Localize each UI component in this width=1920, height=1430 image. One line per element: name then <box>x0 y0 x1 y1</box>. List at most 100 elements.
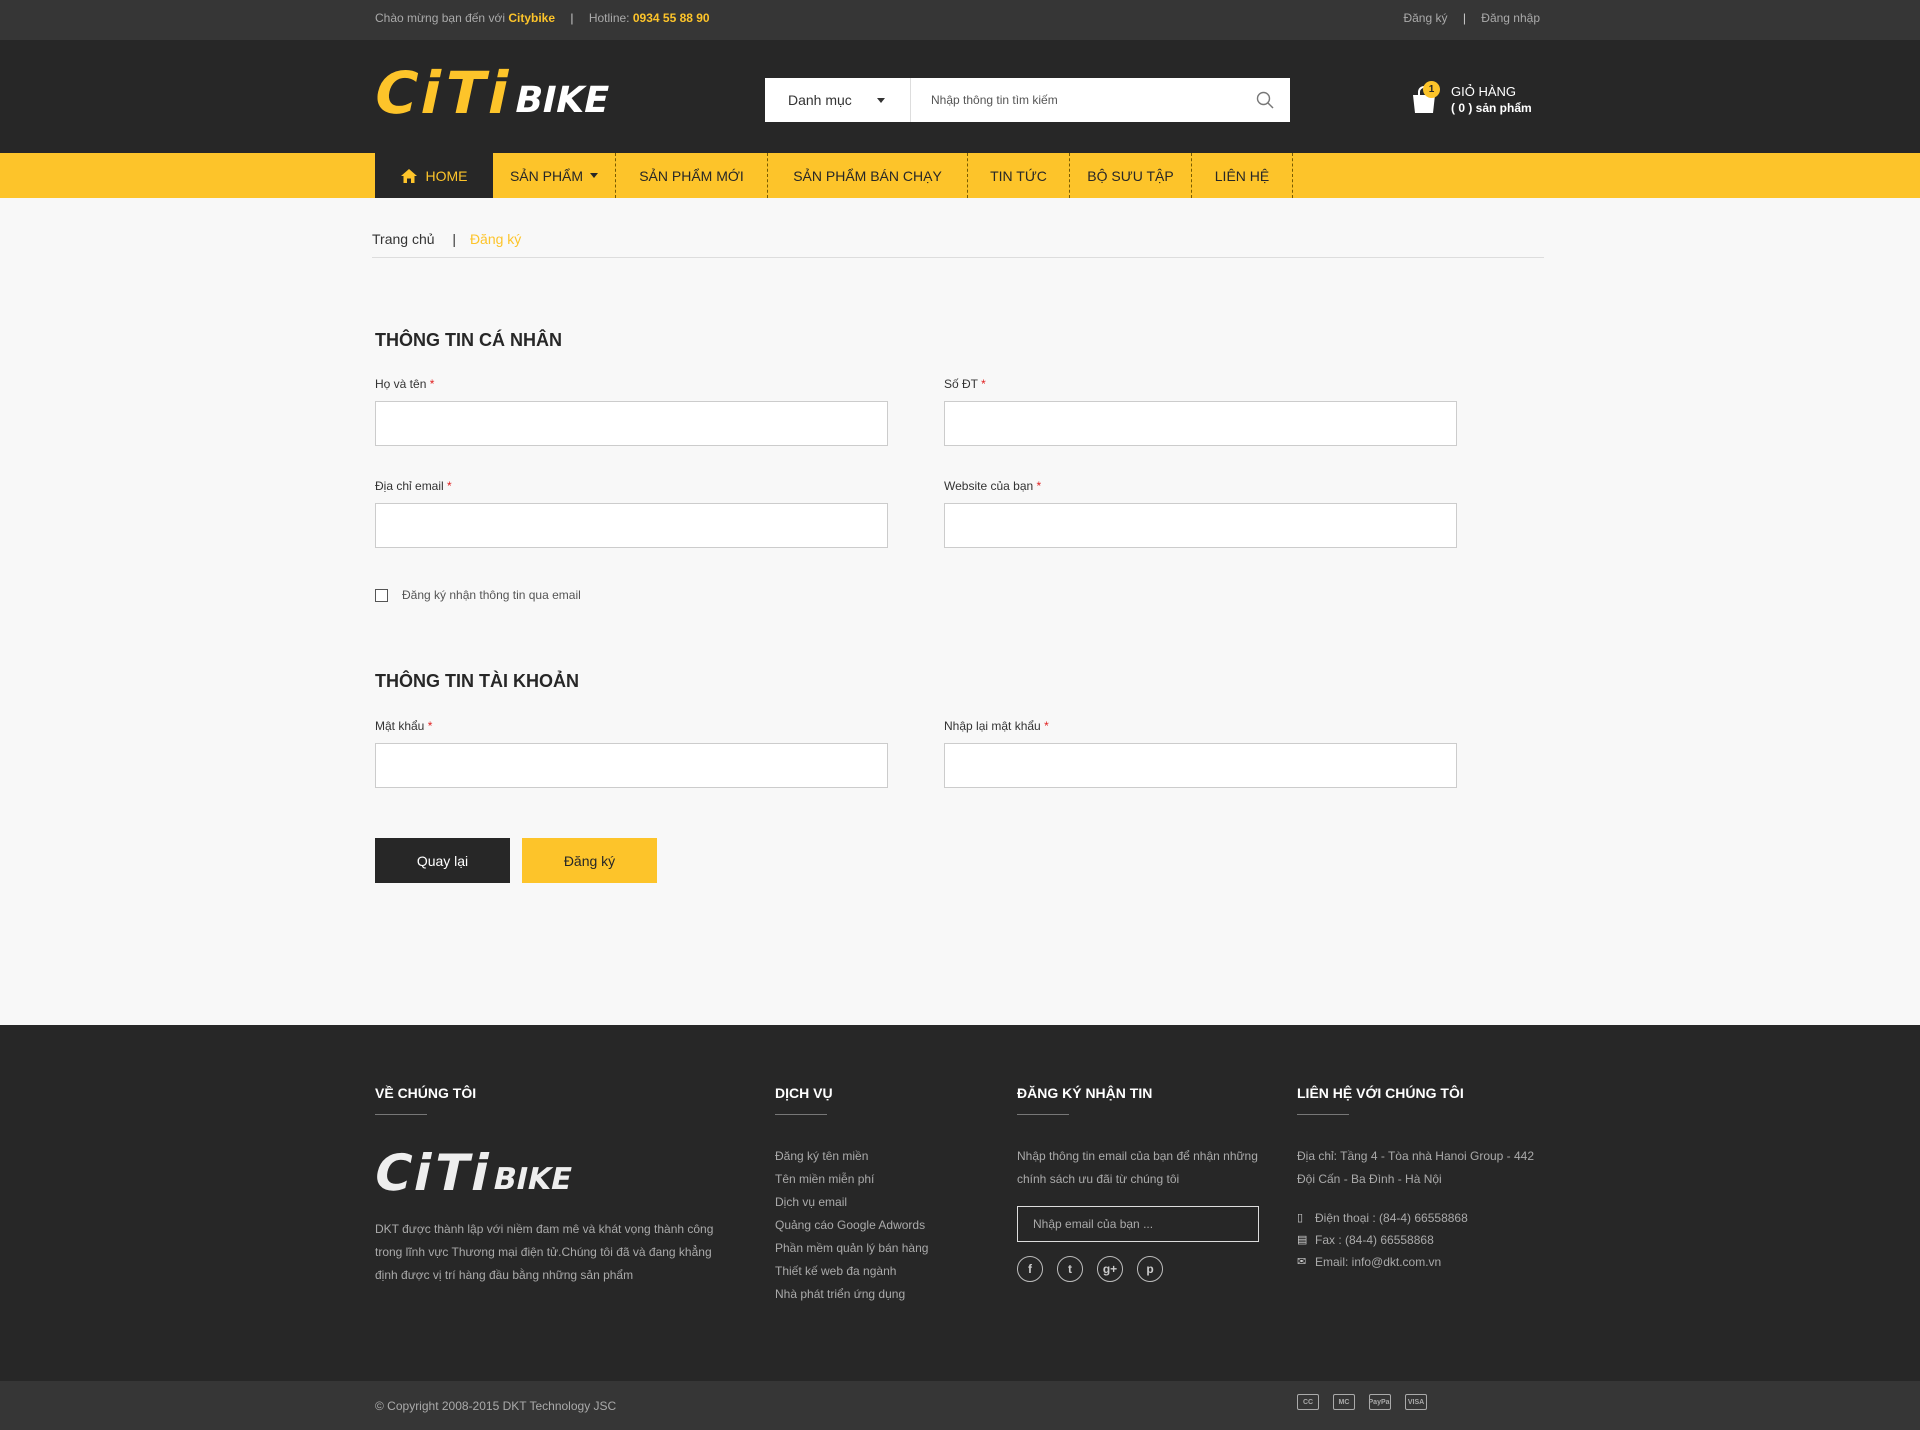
mastercard-icon: MC <box>1333 1394 1355 1410</box>
footer-services: DỊCH VỤ Đăng ký tên miền Tên miền miễn p… <box>775 1085 928 1306</box>
cart-count-badge: 1 <box>1423 81 1440 98</box>
service-link[interactable]: Tên miền miễn phí <box>775 1168 928 1191</box>
main-nav: HOME SẢN PHẨM SẢN PHẨM MỚI SẢN PHẨM BÁN … <box>0 153 1920 198</box>
logo-citi: CiTi <box>367 59 521 127</box>
cart-text: GIỎ HÀNG ( 0 ) sản phẩm <box>1451 83 1532 117</box>
twitter-icon[interactable]: t <box>1057 1256 1083 1282</box>
footer-newsletter-title: ĐĂNG KÝ NHẬN TIN <box>1017 1085 1153 1101</box>
cart-button[interactable]: 1 GIỎ HÀNG ( 0 ) sản phẩm <box>1410 81 1532 117</box>
login-link[interactable]: Đăng nhập <box>1481 11 1540 25</box>
register-link[interactable]: Đăng ký <box>1403 11 1447 25</box>
breadcrumb-home[interactable]: Trang chủ <box>372 231 435 247</box>
bottom-bar: © Copyright 2008-2015 DKT Technology JSC… <box>0 1381 1920 1430</box>
footer-about-title: VỀ CHÚNG TÔI <box>375 1085 477 1101</box>
envelope-icon: ✉ <box>1297 1256 1307 1268</box>
contact-address: Địa chỉ: Tầng 4 - Tòa nhà Hanoi Group - … <box>1297 1149 1535 1186</box>
search-icon <box>1256 91 1274 109</box>
service-link[interactable]: Đăng ký tên miền <box>775 1145 928 1168</box>
password-field[interactable] <box>375 743 888 788</box>
copyright-text: © Copyright 2008-2015 DKT Technology JSC <box>375 1399 617 1413</box>
confirm-password-field[interactable] <box>944 743 1457 788</box>
nav-products[interactable]: SẢN PHẨM <box>493 153 616 198</box>
title-underline <box>1297 1114 1349 1115</box>
search-bar: Danh mục <box>765 78 1290 122</box>
nav-news[interactable]: TIN TỨC <box>968 153 1070 198</box>
category-dropdown[interactable]: Danh mục <box>765 78 911 122</box>
payment-methods: CC MC PayPal VISA <box>1297 1394 1441 1410</box>
newsletter-checkbox[interactable] <box>375 588 388 602</box>
nav-best-sellers[interactable]: SẢN PHẨM BÁN CHẠY <box>768 153 968 198</box>
nav-list: HOME SẢN PHẨM SẢN PHẨM MỚI SẢN PHẨM BÁN … <box>375 153 1293 198</box>
cart-title: GIỎ HÀNG <box>1451 84 1517 99</box>
search-input[interactable] <box>911 78 1240 122</box>
brand-name: Citybike <box>508 11 556 25</box>
visa-icon: VISA <box>1405 1394 1427 1410</box>
contact-email[interactable]: Email: info@dkt.com.vn <box>1315 1251 1441 1273</box>
service-link[interactable]: Dịch vụ email <box>775 1191 928 1214</box>
password-label: Mật khẩu * <box>375 719 433 733</box>
welcome-label: Chào mừng bạn đến với <box>375 11 505 25</box>
email-label: Địa chỉ email * <box>375 479 452 493</box>
facebook-icon[interactable]: f <box>1017 1256 1043 1282</box>
cart-subtitle: ( 0 ) sản phẩm <box>1451 101 1532 115</box>
top-bar: Chào mừng bạn đến với Citybike | Hotline… <box>0 0 1920 40</box>
account-links: Đăng ký | Đăng nhập <box>1403 11 1540 25</box>
title-underline <box>775 1114 827 1115</box>
nav-home[interactable]: HOME <box>375 153 493 198</box>
footer: VỀ CHÚNG TÔI CiTi BIKE DKT được thành lậ… <box>0 1025 1920 1381</box>
service-link[interactable]: Thiết kế web đa ngành <box>775 1260 928 1283</box>
nav-new-products[interactable]: SẢN PHẨM MỚI <box>616 153 768 198</box>
account-info-title: THÔNG TIN TÀI KHOẢN <box>375 671 579 691</box>
nav-home-label: HOME <box>425 167 468 184</box>
cart-bag: 1 <box>1410 81 1440 115</box>
website-label: Website của bạn * <box>944 479 1042 493</box>
footer-newsletter: ĐĂNG KÝ NHẬN TIN Nhập thông tin email củ… <box>1017 1085 1267 1282</box>
back-button[interactable]: Quay lại <box>375 838 510 883</box>
header: CiTi BIKE Danh mục 1 GIỎ HÀNG ( 0 ) sản … <box>0 40 1920 153</box>
hotline-label: Hotline: <box>588 11 630 25</box>
newsletter-text: Nhập thông tin email của bạn để nhận nhữ… <box>1017 1149 1258 1186</box>
title-underline <box>1017 1114 1069 1115</box>
website-field[interactable] <box>944 503 1457 548</box>
name-label: Họ và tên * <box>375 377 435 391</box>
nav-label: TIN TỨC <box>990 167 1047 184</box>
home-icon <box>400 168 417 183</box>
nav-collection[interactable]: BỘ SƯU TẬP <box>1070 153 1192 198</box>
footer-services-title: DỊCH VỤ <box>775 1085 833 1101</box>
separator: | <box>1462 11 1466 25</box>
site-logo[interactable]: CiTi BIKE <box>367 59 616 127</box>
footer-logo[interactable]: CiTi BIKE <box>368 1144 740 1202</box>
chevron-down-icon <box>877 98 885 103</box>
phone-label: Số ĐT * <box>944 377 986 391</box>
name-field[interactable] <box>375 401 888 446</box>
pinterest-icon[interactable]: p <box>1137 1256 1163 1282</box>
welcome-text: Chào mừng bạn đến với Citybike | Hotline… <box>375 11 710 25</box>
logo-citi: CiTi <box>368 1144 499 1202</box>
paypal-icon: PayPal <box>1369 1394 1391 1410</box>
register-button[interactable]: Đăng ký <box>522 838 657 883</box>
category-label: Danh mục <box>788 92 852 108</box>
hotline-number: 0934 55 88 90 <box>632 11 710 25</box>
breadcrumb-current: Đăng ký <box>469 231 522 247</box>
phone-icon: ▯ <box>1297 1212 1304 1224</box>
service-link[interactable]: Nhà phát triển ứng dụng <box>775 1283 928 1306</box>
footer-contact-title: LIÊN HỆ VỚI CHÚNG TÔI <box>1297 1085 1464 1101</box>
nav-label: BỘ SƯU TẬP <box>1087 167 1174 184</box>
google-plus-icon[interactable]: g+ <box>1097 1256 1123 1282</box>
email-field[interactable] <box>375 503 888 548</box>
service-link[interactable]: Quảng cáo Google Adwords <box>775 1214 928 1237</box>
nav-contact[interactable]: LIÊN HỆ <box>1192 153 1293 198</box>
newsletter-email-input[interactable] <box>1017 1206 1259 1242</box>
chevron-down-icon <box>590 173 599 178</box>
personal-info-title: THÔNG TIN CÁ NHÂN <box>375 330 562 350</box>
logo-bike: BIKE <box>489 1162 576 1197</box>
title-underline <box>375 1114 427 1115</box>
breadcrumb: Trang chủ | Đăng ký <box>372 231 1544 258</box>
contact-fax-row: ▤ Fax : (84-4) 66558868 <box>1297 1229 1542 1251</box>
service-link[interactable]: Phần mềm quản lý bán hàng <box>775 1237 928 1260</box>
confirm-password-label: Nhập lại mật khẩu * <box>944 719 1049 733</box>
phone-field[interactable] <box>944 401 1457 446</box>
search-button[interactable] <box>1240 78 1290 122</box>
contact-details: ▯ Điện thoại : (84-4) 66558868 ▤ Fax : (84… <box>1297 1207 1542 1273</box>
services-list: Đăng ký tên miền Tên miền miễn phí Dịch … <box>775 1145 928 1306</box>
